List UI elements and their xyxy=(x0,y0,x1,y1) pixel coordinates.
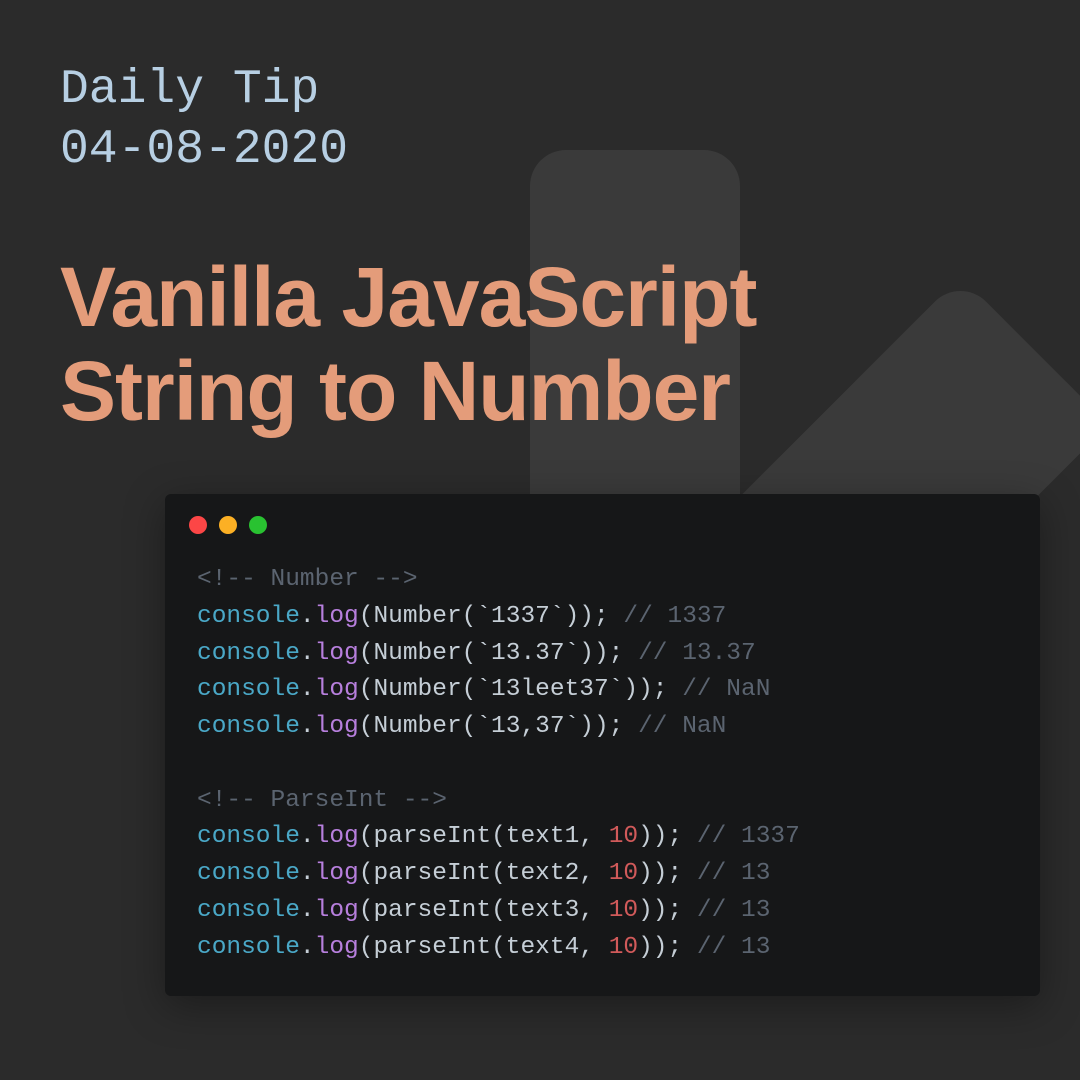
window-titlebar xyxy=(165,494,1040,544)
title-line-2: String to Number xyxy=(60,344,1020,438)
subtitle-line-2: 04-08-2020 xyxy=(60,120,1020,180)
content-wrapper: Daily Tip 04-08-2020 Vanilla JavaScript … xyxy=(0,0,1080,1056)
subtitle-line-1: Daily Tip xyxy=(60,60,1020,120)
page-title: Vanilla JavaScript String to Number xyxy=(60,250,1020,438)
subtitle: Daily Tip 04-08-2020 xyxy=(60,60,1020,180)
maximize-icon xyxy=(249,516,267,534)
code-window: <!-- Number -->console.log(Number(`1337`… xyxy=(165,494,1040,996)
code-block: <!-- Number -->console.log(Number(`1337`… xyxy=(165,544,1040,996)
minimize-icon xyxy=(219,516,237,534)
close-icon xyxy=(189,516,207,534)
title-line-1: Vanilla JavaScript xyxy=(60,250,1020,344)
